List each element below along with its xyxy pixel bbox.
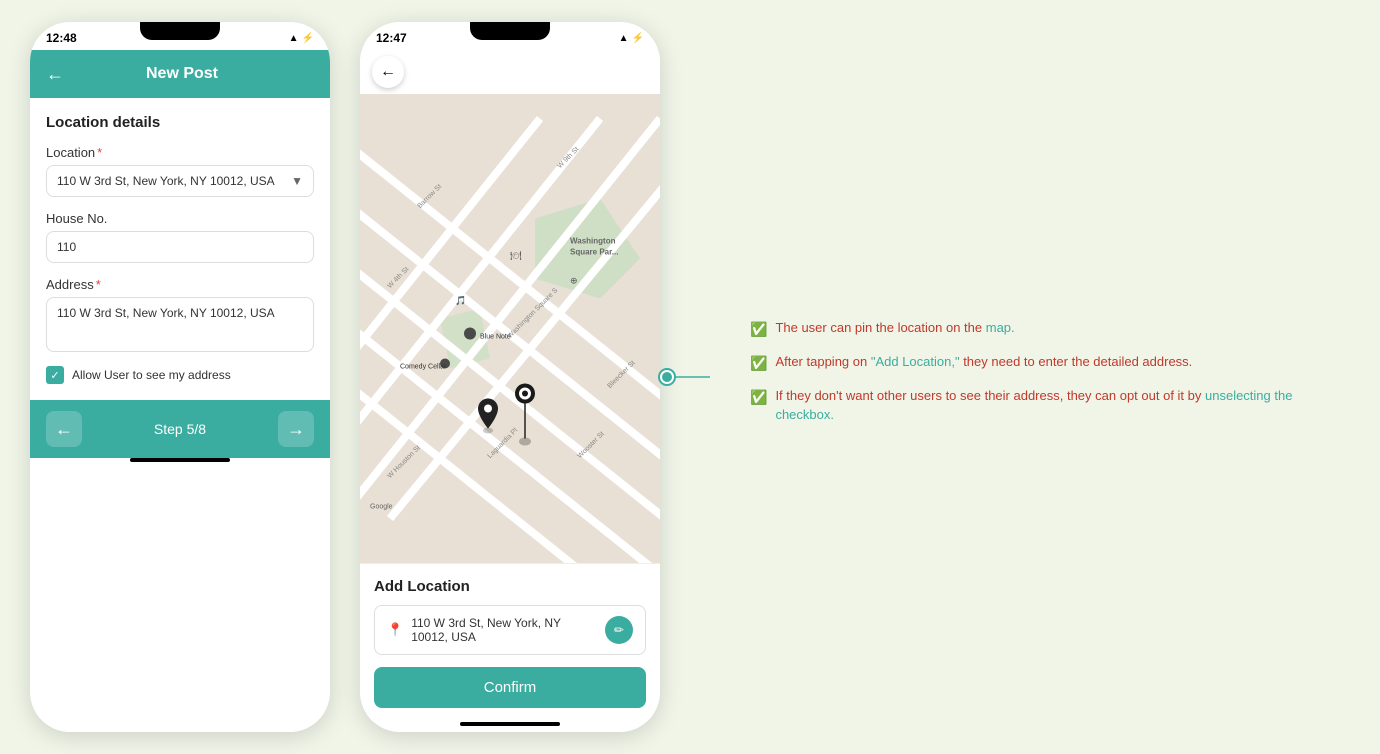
notch <box>140 22 220 40</box>
right-phone: 12:47 ▲ ⚡ ← <box>360 22 660 732</box>
annotation-item-3: ✅ If they don't want other users to see … <box>750 386 1310 425</box>
check-icon-3: ✅ <box>750 387 767 408</box>
address-value: 110 W 3rd St, New York, NY 10012, USA <box>57 306 275 320</box>
wifi-icon: ▲ <box>289 33 299 44</box>
app-content: Location details Location * 110 W 3rd St… <box>30 98 330 400</box>
svg-text:Square Par...: Square Par... <box>570 248 618 257</box>
svg-text:🎵: 🎵 <box>455 296 466 306</box>
add-location-title: Add Location <box>374 578 646 595</box>
house-no-label: House No. <box>46 211 314 226</box>
step-label: Step 5/8 <box>154 421 206 437</box>
allow-address-label: Allow User to see my address <box>72 368 231 382</box>
status-icons: ▲ ⚡ <box>289 33 314 44</box>
house-no-value: 110 <box>57 240 76 254</box>
left-phone: 12:48 ▲ ⚡ ← New Post Location details Lo… <box>30 22 330 732</box>
annotation-dot <box>660 370 674 384</box>
left-phone-notch: 12:48 ▲ ⚡ <box>30 22 330 50</box>
svg-text:Comedy Cellar: Comedy Cellar <box>400 364 447 371</box>
right-status-icons: ▲ ⚡ <box>619 33 644 44</box>
edit-address-button[interactable]: ✏ <box>605 616 633 644</box>
svg-text:Washington: Washington <box>570 237 616 246</box>
annotation-text-3: If they don't want other users to see th… <box>775 386 1310 425</box>
svg-text:Blue Note: Blue Note <box>480 334 511 341</box>
check-icon-2: ✅ <box>750 353 767 374</box>
location-pin-icon: 📍 <box>387 622 403 638</box>
location-address-value: 110 W 3rd St, New York, NY 10012, USA <box>411 616 597 644</box>
home-indicator <box>130 458 230 462</box>
left-phone-time: 12:48 <box>46 31 77 45</box>
location-label: Location * <box>46 145 314 160</box>
right-wifi-icon: ▲ <box>619 33 629 44</box>
back-nav-button[interactable]: ← <box>46 411 82 447</box>
back-button[interactable]: ← <box>46 64 64 85</box>
battery-icon: ⚡ <box>302 33 314 44</box>
annotation-item-2: ✅ After tapping on "Add Location," they … <box>750 352 1310 374</box>
location-dropdown[interactable]: 110 W 3rd St, New York, NY 10012, USA ▼ <box>46 165 314 197</box>
location-value: 110 W 3rd St, New York, NY 10012, USA <box>57 174 275 188</box>
check-icon-1: ✅ <box>750 319 767 340</box>
next-nav-button[interactable]: → <box>278 411 314 447</box>
section-title: Location details <box>46 114 314 131</box>
address-field-group: Address * 110 W 3rd St, New York, NY 100… <box>46 277 314 352</box>
svg-text:⊕: ⊕ <box>570 276 578 286</box>
annotation-bullets: ✅ The user can pin the location on the m… <box>700 318 1310 437</box>
right-home-indicator <box>460 722 560 726</box>
address-required-star: * <box>96 277 101 292</box>
annotation-text-2: After tapping on "Add Location," they ne… <box>775 352 1192 372</box>
map-back-button[interactable]: ← <box>372 56 404 88</box>
confirm-button[interactable]: Confirm <box>374 667 646 708</box>
right-battery-icon: ⚡ <box>632 33 644 44</box>
svg-text:🍽: 🍽 <box>510 251 522 261</box>
house-no-field-group: House No. 110 <box>46 211 314 263</box>
address-label: Address * <box>46 277 314 292</box>
map-area[interactable]: Barrow St W 9th St W 4th St Washington S… <box>360 94 660 563</box>
right-phone-time: 12:47 <box>376 31 407 45</box>
annotation-item-1: ✅ The user can pin the location on the m… <box>750 318 1310 340</box>
right-notch <box>470 22 550 40</box>
svg-text:Google: Google <box>370 504 393 511</box>
required-star: * <box>97 145 102 160</box>
chevron-down-icon: ▼ <box>291 174 303 188</box>
location-input-row[interactable]: 📍 110 W 3rd St, New York, NY 10012, USA … <box>374 605 646 655</box>
map-svg: Barrow St W 9th St W 4th St Washington S… <box>360 94 660 563</box>
allow-address-checkbox[interactable] <box>46 366 64 384</box>
add-location-panel: Add Location 📍 110 W 3rd St, New York, N… <box>360 563 660 722</box>
app-header: ← New Post <box>30 50 330 98</box>
annotation-text-1: The user can pin the location on the map… <box>775 318 1014 338</box>
house-no-input[interactable]: 110 <box>46 231 314 263</box>
page-title: New Post <box>74 65 290 83</box>
location-field-group: Location * 110 W 3rd St, New York, NY 10… <box>46 145 314 197</box>
app-footer: ← Step 5/8 → <box>30 400 330 458</box>
address-textarea[interactable]: 110 W 3rd St, New York, NY 10012, USA <box>46 297 314 352</box>
right-phone-notch: 12:47 ▲ ⚡ <box>360 22 660 50</box>
annotation-area: ✅ The user can pin the location on the m… <box>660 298 1350 457</box>
allow-address-checkbox-row[interactable]: Allow User to see my address <box>46 366 314 384</box>
